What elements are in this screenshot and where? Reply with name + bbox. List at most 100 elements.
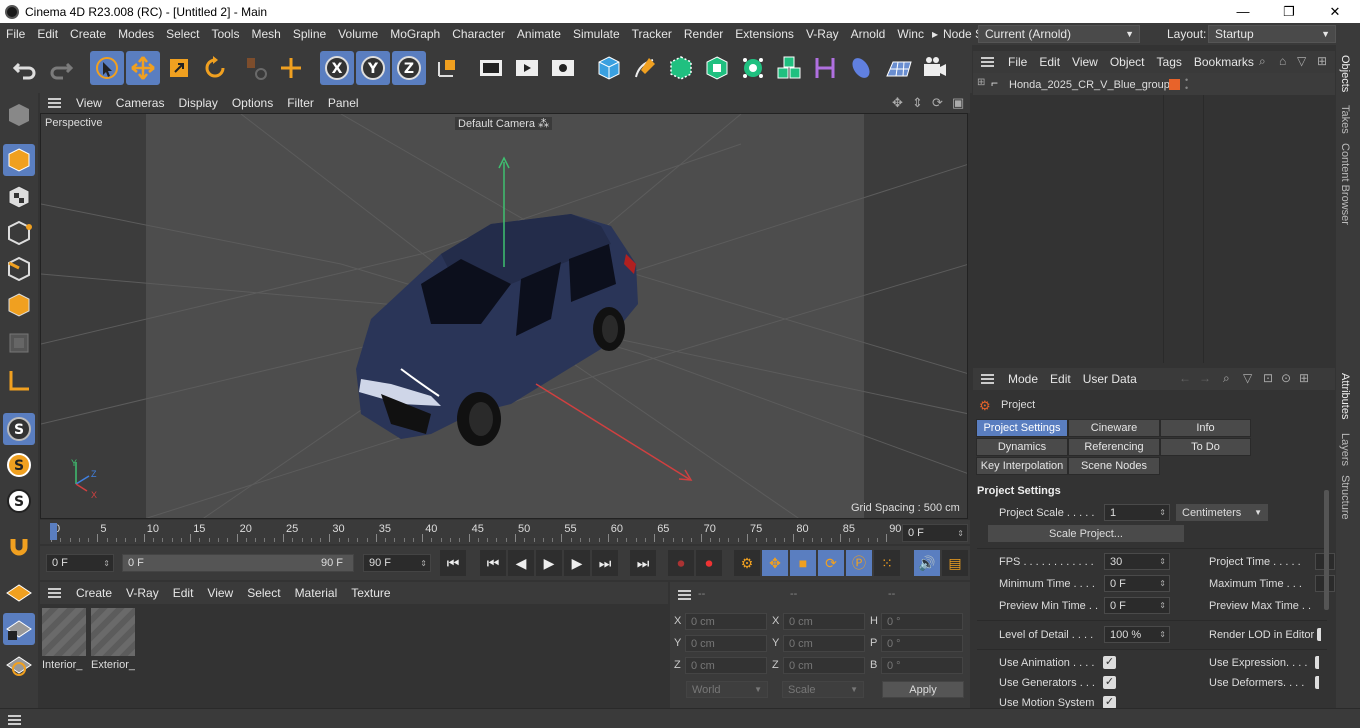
hamburger-icon[interactable]: [8, 715, 21, 725]
dolly-icon[interactable]: ⇕: [912, 95, 923, 111]
material-menu-edit[interactable]: Edit: [166, 586, 201, 600]
3d-viewport[interactable]: Perspective Default Camera ⁂ Y Z X Grid …: [40, 113, 968, 519]
goto-start-icon[interactable]: ⏮: [440, 550, 466, 576]
move-axis-icon[interactable]: [274, 51, 308, 85]
hamburger-icon[interactable]: [48, 98, 61, 108]
menu-arnold[interactable]: Arnold: [845, 27, 892, 41]
maximize-viewport-icon[interactable]: ▣: [952, 95, 964, 111]
object-menu-edit[interactable]: Edit: [1033, 55, 1066, 69]
next-frame-icon[interactable]: ▶: [564, 550, 590, 576]
menu-render[interactable]: Render: [678, 27, 729, 41]
rot-b-field[interactable]: 0 °: [881, 657, 963, 674]
cube-object-icon[interactable]: [592, 51, 626, 85]
previous-frame-icon[interactable]: ◀: [508, 550, 534, 576]
tab-key-interpolation[interactable]: Key Interpolation: [976, 457, 1068, 475]
menu-window[interactable]: Winc: [891, 27, 930, 41]
side-tab-objects[interactable]: Objects: [1339, 55, 1351, 92]
play-icon[interactable]: ▶: [536, 550, 562, 576]
record-keys-icon[interactable]: ⏺: [668, 550, 694, 576]
tab-info[interactable]: Info: [1160, 419, 1251, 437]
object-row[interactable]: ⊞ ⌐ Honda_2025_CR_V_Blue_group • •: [973, 73, 1335, 95]
viewport-menu-cameras[interactable]: Cameras: [109, 96, 172, 110]
use-expression-checkbox[interactable]: [1315, 656, 1319, 669]
forward-icon[interactable]: →: [1199, 371, 1211, 385]
menu-overflow-icon[interactable]: ▸: [930, 27, 940, 41]
axis-mode-icon[interactable]: [3, 365, 35, 397]
start-frame-field[interactable]: 0 F ⇕: [46, 554, 114, 572]
menu-select[interactable]: Select: [160, 27, 205, 41]
object-menu-bookmarks[interactable]: Bookmarks: [1188, 55, 1260, 69]
tab-scene-nodes[interactable]: Scene Nodes: [1068, 457, 1160, 475]
lock-icon[interactable]: ⊡: [1263, 371, 1273, 385]
material-menu-vray[interactable]: V-Ray: [119, 586, 166, 600]
minimize-button[interactable]: —: [1220, 0, 1266, 23]
maximize-button[interactable]: ❐: [1266, 0, 1312, 23]
stepper-icon[interactable]: ⇕: [957, 529, 964, 538]
size-mode-dropdown[interactable]: Scale ▼: [782, 681, 864, 698]
film-strip-icon[interactable]: ▤: [942, 550, 968, 576]
preview-min-time-field[interactable]: 0 F ⇕: [1104, 597, 1170, 614]
viewport-menu-display[interactable]: Display: [171, 96, 224, 110]
texture-mode-icon[interactable]: [3, 181, 35, 213]
side-tab-content-browser[interactable]: Content Browser: [1339, 143, 1351, 225]
viewport-menu-panel[interactable]: Panel: [321, 96, 366, 110]
magnet-icon[interactable]: [3, 531, 35, 563]
viewport-menu-options[interactable]: Options: [225, 96, 280, 110]
use-motion-system-checkbox[interactable]: ✓: [1103, 696, 1116, 708]
workplane-icon[interactable]: [3, 577, 35, 609]
minimum-time-field[interactable]: 0 F ⇕: [1104, 575, 1170, 592]
visibility-dots-icon[interactable]: • •: [1185, 76, 1188, 93]
key-position-icon[interactable]: ✥: [762, 550, 788, 576]
object-menu-file[interactable]: File: [1002, 55, 1033, 69]
stepper-icon[interactable]: ⇕: [1159, 601, 1166, 610]
menu-mograph[interactable]: MoGraph: [384, 27, 446, 41]
snap-settings-icon[interactable]: S: [3, 449, 35, 481]
menu-character[interactable]: Character: [446, 27, 511, 41]
home-icon[interactable]: ⌂: [1279, 54, 1286, 68]
side-tab-takes[interactable]: Takes: [1339, 105, 1351, 134]
menu-simulate[interactable]: Simulate: [567, 27, 626, 41]
search-icon[interactable]: ⌕: [1223, 371, 1230, 386]
menu-extensions[interactable]: Extensions: [729, 27, 800, 41]
camera-icon[interactable]: [918, 51, 952, 85]
level-of-detail-field[interactable]: 100 % ⇕: [1104, 626, 1170, 643]
size-z-field[interactable]: 0 cm: [783, 657, 865, 674]
menu-file[interactable]: File: [0, 27, 31, 41]
tab-dynamics[interactable]: Dynamics: [976, 438, 1068, 456]
render-view-icon[interactable]: [474, 51, 508, 85]
model-mode-icon[interactable]: [3, 144, 35, 176]
object-menu-view[interactable]: View: [1066, 55, 1104, 69]
planar-workplane-icon[interactable]: [3, 649, 35, 681]
material-swatch[interactable]: Interior_: [42, 608, 86, 672]
key-pla-icon[interactable]: ⁙: [874, 550, 900, 576]
render-settings-icon[interactable]: [546, 51, 580, 85]
rot-h-field[interactable]: 0 °: [881, 613, 963, 630]
use-animation-checkbox[interactable]: ✓: [1103, 656, 1116, 669]
tab-cineware[interactable]: Cineware: [1068, 419, 1160, 437]
redo-icon[interactable]: [44, 51, 78, 85]
menu-create[interactable]: Create: [64, 27, 112, 41]
coordinate-system-icon[interactable]: [430, 51, 464, 85]
orbit-icon[interactable]: ⟳: [932, 95, 943, 111]
attr-menu-mode[interactable]: Mode: [1002, 372, 1044, 386]
scale-tool-icon[interactable]: [162, 51, 196, 85]
keyframe-selection-icon[interactable]: ⚙: [734, 550, 760, 576]
deformer-icon[interactable]: [808, 51, 842, 85]
hamburger-icon[interactable]: [678, 590, 691, 600]
next-key-icon[interactable]: ⏭: [592, 550, 618, 576]
use-deformers-checkbox[interactable]: [1315, 676, 1319, 689]
autokey-icon[interactable]: ⏺: [696, 550, 722, 576]
preview-range-slider[interactable]: 0 F 90 F: [122, 554, 354, 572]
key-scale-icon[interactable]: ■: [790, 550, 816, 576]
scale-project-button[interactable]: Scale Project...: [988, 525, 1184, 542]
layer-color-swatch[interactable]: [1169, 79, 1180, 90]
goto-end-icon[interactable]: ⏭: [630, 550, 656, 576]
attr-menu-edit[interactable]: Edit: [1044, 372, 1077, 386]
stepper-icon[interactable]: ⇕: [420, 559, 427, 568]
snap-icon[interactable]: S: [3, 413, 35, 445]
filter-icon[interactable]: ▽: [1297, 54, 1306, 68]
settings-icon[interactable]: ⊙: [1281, 371, 1291, 385]
extrude-icon[interactable]: [700, 51, 734, 85]
attr-menu-user-data[interactable]: User Data: [1077, 372, 1143, 386]
camera-label[interactable]: Default Camera ⁂: [455, 117, 553, 130]
